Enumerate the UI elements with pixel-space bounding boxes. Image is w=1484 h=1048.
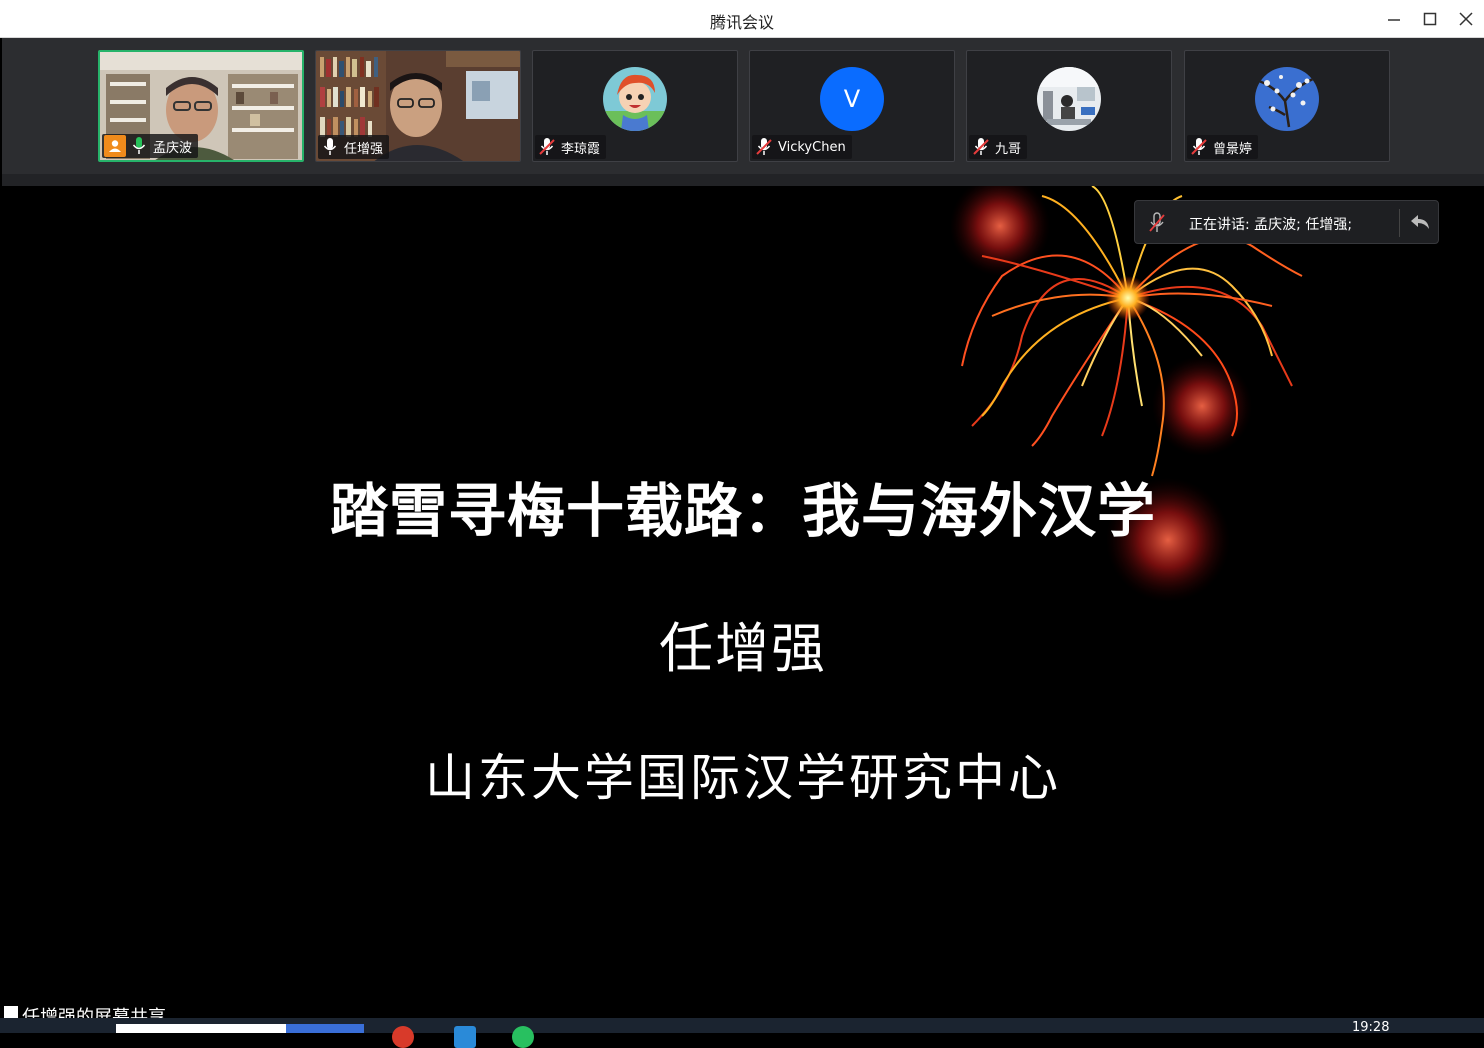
close-icon [1459,12,1473,26]
participant-nameplate: 任增强 [318,135,390,159]
title-bar: 腾讯会议 [0,0,1484,38]
strip-divider [2,174,1484,186]
participant-tile-3[interactable]: 李琼霞 [532,50,738,162]
participant-name: 九哥 [995,141,1022,157]
participant-tile-4[interactable]: V VickyChen [749,50,955,162]
participant-avatar [1255,67,1319,131]
host-icon [104,135,126,157]
shared-screen: 踏雪寻梅十载路：我与海外汉学 任增强 山东大学国际汉学研究中心 [2,186,1484,1006]
close-button[interactable] [1452,6,1480,32]
taskbar-search-box[interactable] [116,1024,286,1033]
participant-tile-2[interactable]: 任增强 [315,50,521,162]
participant-avatar [1037,67,1101,131]
speaking-text: 正在讲话: 孟庆波; 任增强; [1189,217,1353,233]
participant-name: VickyChen [778,139,846,155]
participant-name: 孟庆波 [153,140,193,156]
reply-arrow-icon[interactable] [1409,212,1431,232]
divider [1399,209,1400,237]
participant-nameplate: VickyChen [752,135,852,159]
participant-name: 李琼霞 [561,141,601,157]
mic-muted-icon [973,138,989,156]
slide-author: 任增强 [659,617,827,680]
participant-nameplate: 曾景婷 [1187,135,1259,159]
taskbar-app-icon[interactable] [392,1026,414,1048]
taskbar-app-icon[interactable] [512,1026,534,1048]
participant-tile-5[interactable]: 九哥 [966,50,1172,162]
window-title: 腾讯会议 [709,13,774,32]
mic-muted-icon[interactable] [1147,212,1167,234]
slide-organization: 山东大学国际汉学研究中心 [425,749,1061,807]
maximize-button[interactable] [1416,6,1444,32]
mic-muted-icon [539,138,555,156]
taskbar-app-icon[interactable] [454,1026,476,1048]
mic-muted-icon [756,138,772,156]
participant-nameplate: 九哥 [969,135,1028,159]
participant-nameplate: 李琼霞 [535,135,607,159]
participant-tile-1[interactable]: 孟庆波 [98,50,304,162]
minimize-button[interactable] [1380,6,1408,32]
mic-on-icon [131,137,147,155]
participant-name: 任增强 [344,141,384,157]
maximize-icon [1423,12,1437,26]
taskbar-app-button[interactable] [286,1024,364,1033]
participant-avatar [603,67,667,131]
slide-title: 踏雪寻梅十载路：我与海外汉学 [329,477,1156,545]
minimize-icon [1388,19,1400,21]
participant-strip: 孟庆波 任增强 李琼霞 V VickyChen 九哥 曾景婷 [2,38,1484,174]
participant-tile-6[interactable]: 曾景婷 [1184,50,1390,162]
participant-name: 曾景婷 [1213,141,1253,157]
mic-muted-icon [1191,138,1207,156]
participant-letter-avatar: V [820,67,884,131]
mic-on-icon [322,138,338,156]
avatar-letter: V [843,85,861,113]
speaking-indicator[interactable]: 正在讲话: 孟庆波; 任增强; [1134,200,1439,244]
participant-nameplate: 孟庆波 [102,134,199,158]
